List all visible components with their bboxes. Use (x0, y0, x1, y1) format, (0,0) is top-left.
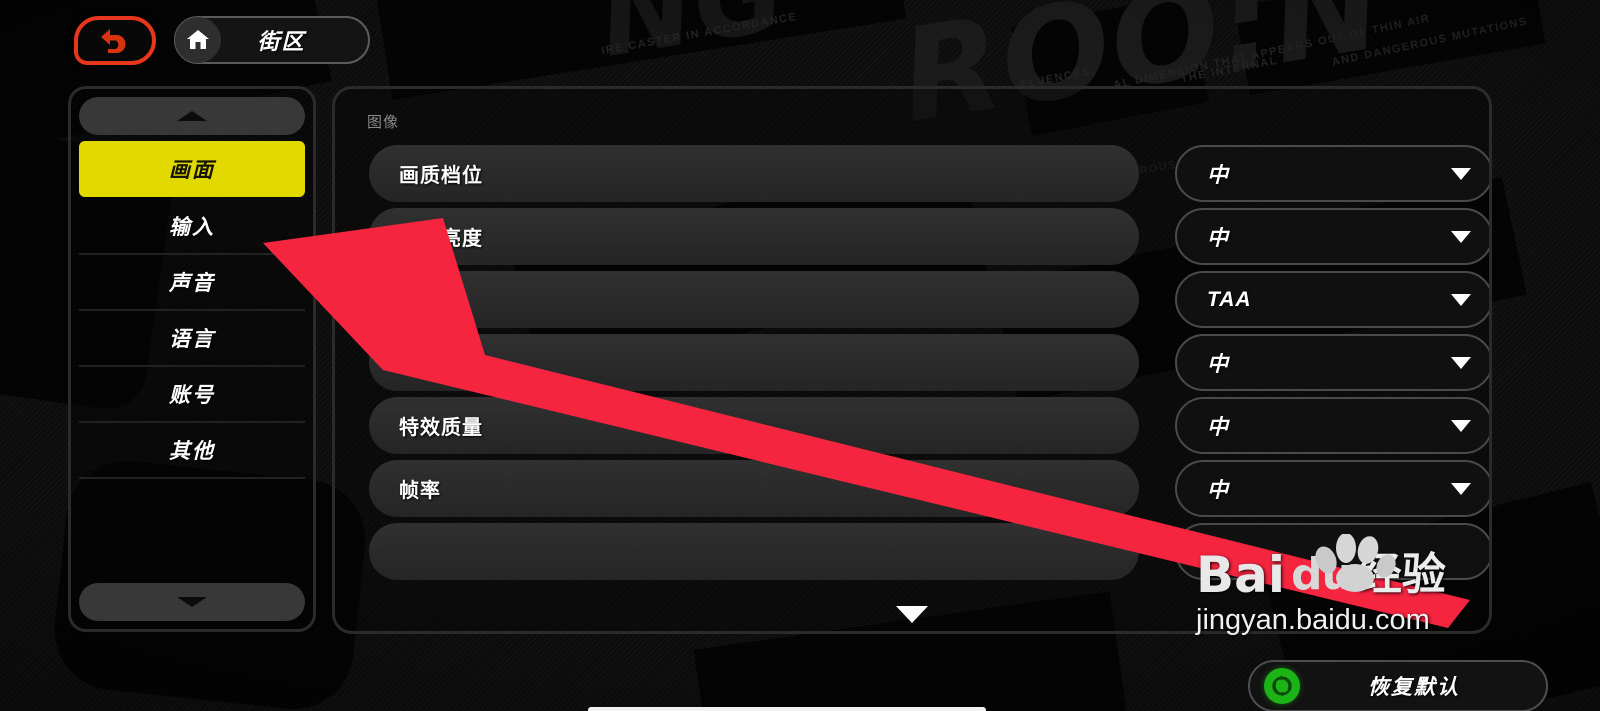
settings-rows: 画质档位 中 画面亮度 中 抗锯齿 TAA 阴影精度 中 特效质量 中 帧率 中 (335, 139, 1489, 586)
bottom-dialog-edge (588, 707, 986, 711)
setting-row-partial (369, 523, 1489, 580)
setting-label: 抗锯齿 (399, 291, 462, 313)
location-pill[interactable]: 街区 (174, 16, 370, 64)
sidebar-item-label: 账号 (169, 384, 215, 407)
chevron-down-icon (177, 597, 207, 607)
setting-row: 帧率 中 (369, 460, 1489, 517)
chevron-down-icon (1451, 356, 1471, 369)
sidebar-item-label: 语言 (169, 328, 215, 351)
setting-row: 抗锯齿 TAA (369, 271, 1489, 328)
home-icon-wrap (175, 17, 221, 63)
home-icon (187, 30, 209, 49)
chevron-down-icon (1451, 419, 1471, 432)
section-title: 图像 (367, 114, 400, 131)
sidebar-item-other[interactable]: 其他 (79, 423, 305, 479)
setting-dropdown[interactable]: 中 (1175, 460, 1489, 517)
setting-value: 中 (1207, 478, 1229, 502)
sidebar-nav-list: 画面 输入 声音 语言 账号 其他 (79, 141, 305, 589)
setting-dropdown[interactable]: 中 (1175, 145, 1489, 202)
setting-row: 特效质量 中 (369, 397, 1489, 454)
setting-label-pill[interactable] (369, 523, 1139, 580)
restore-defaults-button[interactable]: 恢复默认 (1248, 660, 1548, 711)
setting-label: 画面亮度 (399, 228, 483, 250)
setting-value: 中 (1207, 226, 1229, 250)
sidebar-item-display[interactable]: 画面 (79, 141, 305, 197)
game-settings-screen: ROO:N NG AL DIMENSION THAT APPEARS OUT O… (0, 0, 1600, 711)
top-bar: 街区 (0, 0, 1600, 80)
chevron-down-icon (1451, 482, 1471, 495)
settings-category-sidebar: 画面 输入 声音 语言 账号 其他 (68, 86, 316, 632)
setting-row: 画质档位 中 (369, 145, 1489, 202)
chevron-up-icon (177, 111, 207, 121)
refresh-circle-icon (1264, 668, 1300, 704)
setting-dropdown[interactable]: TAA (1175, 271, 1489, 328)
setting-label-pill[interactable]: 画质档位 (369, 145, 1139, 202)
sidebar-item-label: 其他 (169, 440, 215, 463)
setting-label-pill[interactable]: 特效质量 (369, 397, 1139, 454)
sidebar-empty-space (79, 479, 305, 589)
setting-value: 中 (1207, 415, 1229, 439)
setting-label: 画质档位 (399, 165, 483, 187)
setting-label: 帧率 (399, 480, 441, 502)
setting-row: 画面亮度 中 (369, 208, 1489, 265)
sidebar-scroll-down-button[interactable] (79, 583, 305, 621)
setting-label-pill[interactable]: 帧率 (369, 460, 1139, 517)
setting-dropdown[interactable]: 中 (1175, 334, 1489, 391)
location-label: 街区 (257, 29, 306, 54)
setting-label: 阴影精度 (399, 354, 483, 376)
chevron-down-icon (1451, 293, 1471, 306)
setting-value: 中 (1207, 163, 1229, 187)
chevron-down-icon (1451, 230, 1471, 243)
setting-label: 特效质量 (399, 417, 483, 439)
sidebar-scroll-up-button[interactable] (79, 97, 305, 135)
sidebar-item-label: 输入 (169, 216, 215, 239)
chevron-down-icon (1451, 167, 1471, 180)
settings-panel: 图像 画质档位 中 画面亮度 中 抗锯齿 TAA 阴影精度 中 特效质量 中 帧… (332, 86, 1492, 634)
sidebar-item-language[interactable]: 语言 (79, 311, 305, 367)
setting-value: 中 (1207, 352, 1229, 376)
sidebar-item-account[interactable]: 账号 (79, 367, 305, 423)
setting-label-pill[interactable]: 抗锯齿 (369, 271, 1139, 328)
back-button[interactable] (74, 15, 156, 65)
sidebar-item-label: 画面 (169, 159, 215, 182)
sidebar-item-label: 声音 (169, 272, 215, 295)
setting-label-pill[interactable]: 画面亮度 (369, 208, 1139, 265)
setting-row: 阴影精度 中 (369, 334, 1489, 391)
sidebar-item-sound[interactable]: 声音 (79, 255, 305, 311)
setting-value: TAA (1207, 287, 1252, 311)
restore-defaults-label: 恢复默认 (1368, 676, 1460, 699)
back-undo-arrow-icon (101, 29, 126, 53)
setting-dropdown[interactable]: 中 (1175, 397, 1489, 454)
setting-dropdown[interactable]: 中 (1175, 208, 1489, 265)
sidebar-item-input[interactable]: 输入 (79, 199, 305, 255)
panel-scroll-down-button[interactable] (896, 606, 928, 623)
setting-label-pill[interactable]: 阴影精度 (369, 334, 1139, 391)
setting-dropdown[interactable] (1175, 523, 1489, 580)
